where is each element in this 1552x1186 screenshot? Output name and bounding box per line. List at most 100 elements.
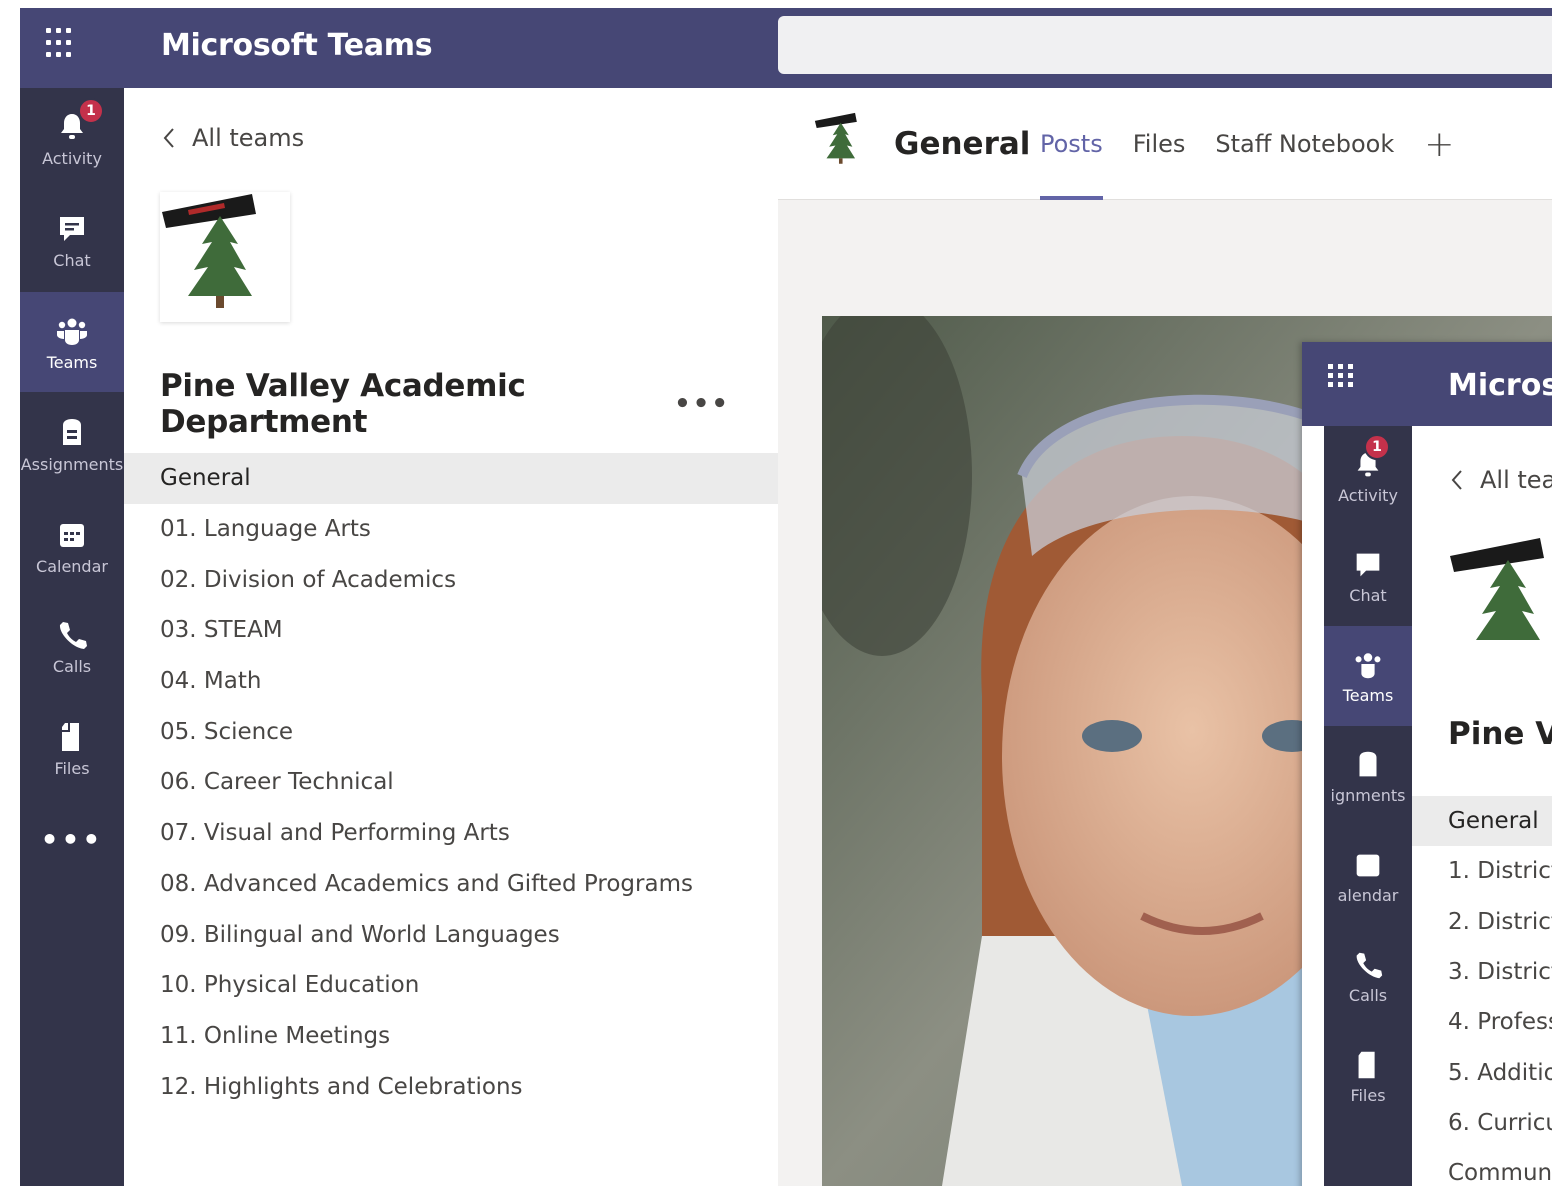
rail-item-chat[interactable]: Chat: [1324, 526, 1412, 626]
file-icon: [62, 722, 79, 751]
channel-item[interactable]: 06. Career Technical: [124, 757, 778, 808]
screenshot-frame: Microsoft Teams 1 Activity Chat Teams As…: [20, 8, 1552, 1186]
assignments-icon: [1359, 751, 1377, 776]
channel-item[interactable]: 09. Bilingual and World Languages: [124, 909, 778, 960]
channel-team-logo: [814, 112, 872, 170]
channel-item[interactable]: 12. Highlights and Celebrations: [124, 1061, 778, 1112]
channel-tabs: Posts Files Staff Notebook +: [1040, 88, 1454, 200]
overlay-title-bar: Micros: [1302, 342, 1552, 426]
channel-item[interactable]: 10. Physical Education: [124, 960, 778, 1011]
assignments-icon: [63, 418, 81, 445]
rail-label-calendar: alendar: [1337, 885, 1399, 905]
rail-label-activity: Activity: [42, 148, 102, 168]
search-input[interactable]: [778, 16, 1552, 74]
overlay-app-title: Micros: [1448, 368, 1552, 403]
channel-item[interactable]: 11. Online Meetings: [124, 1011, 778, 1062]
all-teams-link[interactable]: All teams: [162, 124, 304, 152]
rail-item-assignments[interactable]: ignments: [1324, 726, 1412, 826]
calendar-icon: [1356, 854, 1380, 876]
team-panel: All teams Pine Valley Academic Departmen…: [124, 88, 778, 1186]
notification-badge: 1: [78, 98, 104, 124]
channel-item[interactable]: 01. Language Arts: [124, 504, 778, 555]
channel-item[interactable]: General: [124, 453, 778, 504]
channel-item[interactable]: 08. Advanced Academics and Gifted Progra…: [124, 859, 778, 910]
rail-label-files: Files: [54, 758, 90, 778]
pine-tree-logo-icon: [162, 194, 256, 308]
channel-item[interactable]: 1. District: [1412, 846, 1552, 896]
channel-item[interactable]: 04. Math: [124, 656, 778, 707]
channel-item[interactable]: Commun: [1412, 1148, 1552, 1186]
app-rail: 1 Activity Chat Teams Assignments Calend…: [20, 88, 124, 1186]
channel-list: General 1. District 2. District 3. Distr…: [1412, 796, 1552, 1186]
rail-label-chat: Chat: [53, 250, 91, 270]
rail-item-files[interactable]: Files: [20, 698, 124, 798]
rail-item-chat[interactable]: Chat: [20, 190, 124, 290]
app-title: Microsoft Teams: [161, 28, 433, 63]
team-more-options-icon[interactable]: •••: [674, 389, 760, 419]
overlay-team-panel: All tea Pine Va General 1. District 2. D…: [1412, 426, 1552, 1186]
rail-label-assignments: Assignments: [20, 454, 124, 474]
channel-item[interactable]: 6. Curricu: [1412, 1098, 1552, 1148]
team-logo: [160, 192, 290, 322]
channel-item[interactable]: 02. Division of Academics: [124, 554, 778, 605]
channel-item[interactable]: 07. Visual and Performing Arts: [124, 808, 778, 859]
rail-label-files: Files: [1350, 1085, 1386, 1105]
rail-label-calls: Calls: [52, 656, 92, 676]
app-launcher-icon[interactable]: [46, 28, 78, 60]
rail-item-calendar[interactable]: alendar: [1324, 826, 1412, 926]
channel-item[interactable]: 03. STEAM: [124, 605, 778, 656]
add-tab-icon[interactable]: +: [1424, 124, 1454, 165]
pine-tree-logo-icon: [1450, 538, 1544, 640]
app-launcher-icon[interactable]: [1328, 364, 1354, 387]
teams-icon: [1355, 652, 1381, 678]
rail-item-assignments[interactable]: Assignments: [20, 394, 124, 494]
team-name: Pine Valley Academic Department: [160, 368, 526, 440]
channel-title: General: [894, 126, 1031, 162]
team-name: Pine Va: [1448, 716, 1552, 752]
tab-staff-notebook[interactable]: Staff Notebook: [1215, 88, 1394, 200]
channel-item[interactable]: 3. District: [1412, 947, 1552, 997]
calendar-icon: [60, 523, 84, 547]
rail-label-teams: Teams: [46, 352, 98, 372]
all-teams-label: All tea: [1480, 466, 1552, 494]
rail-label-calendar: Calendar: [36, 556, 108, 576]
rail-item-activity[interactable]: 1 Activity: [1324, 426, 1412, 526]
pine-tree-logo-icon: [814, 112, 857, 164]
rail-label-assignments: ignments: [1330, 785, 1406, 805]
channel-list: General 01. Language Arts 02. Division o…: [124, 453, 778, 1112]
chat-icon: [1356, 553, 1380, 576]
rail-item-teams[interactable]: Teams: [20, 292, 124, 392]
phone-icon: [59, 621, 87, 649]
rail-item-calls[interactable]: Calls: [1324, 926, 1412, 1026]
overlay-rail: 1 Activity Chat Teams ignments alendar C…: [1324, 426, 1412, 1186]
channel-item[interactable]: 4. Profess: [1412, 997, 1552, 1047]
all-teams-link[interactable]: All tea: [1450, 466, 1552, 494]
all-teams-label: All teams: [192, 124, 305, 152]
tab-posts[interactable]: Posts: [1040, 88, 1103, 200]
rail-item-files[interactable]: Files: [1324, 1026, 1412, 1126]
rail-label-teams: Teams: [1342, 685, 1394, 705]
rail-item-teams[interactable]: Teams: [1324, 626, 1412, 726]
channel-item[interactable]: 2. District: [1412, 897, 1552, 947]
rail-label-calls: Calls: [1348, 985, 1388, 1005]
rail-label-chat: Chat: [1349, 585, 1387, 605]
tab-files[interactable]: Files: [1133, 88, 1186, 200]
notification-badge: 1: [1364, 434, 1390, 460]
file-icon: [1358, 1051, 1375, 1078]
teams-icon: [57, 318, 87, 345]
rail-label-activity: Activity: [1338, 485, 1398, 505]
rail-item-calls[interactable]: Calls: [20, 596, 124, 696]
channel-header: General Posts Files Staff Notebook +: [778, 88, 1552, 200]
channel-item[interactable]: General: [1412, 796, 1552, 847]
channel-item[interactable]: 5. Additio: [1412, 1047, 1552, 1097]
more-apps-icon[interactable]: •••: [20, 823, 124, 856]
overlay-screenshot: Micros 1 Activity Chat Teams ignments al…: [1302, 342, 1552, 1186]
chevron-left-icon: [1451, 470, 1462, 490]
team-logo: [1448, 536, 1552, 666]
team-header: Pine Valley Academic Department •••: [160, 368, 760, 440]
chevron-left-icon: [163, 128, 174, 148]
rail-item-activity[interactable]: 1 Activity: [20, 88, 124, 188]
channel-item[interactable]: 05. Science: [124, 706, 778, 757]
rail-item-calendar[interactable]: Calendar: [20, 496, 124, 596]
chat-icon: [60, 216, 84, 241]
